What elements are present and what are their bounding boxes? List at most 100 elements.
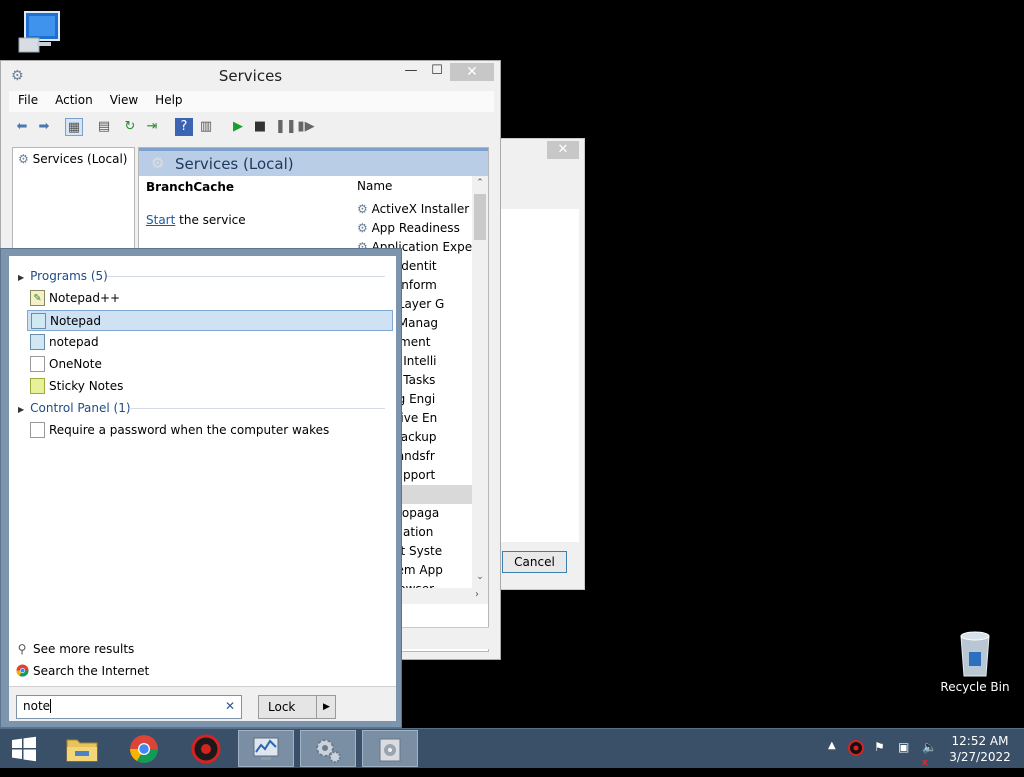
chrome-icon [130, 735, 158, 763]
sticky-notes-icon [30, 378, 45, 394]
recycle-bin-icon [960, 631, 990, 677]
windows-logo-icon [12, 736, 36, 762]
see-more-results-link[interactable]: ⚲ See more results [15, 642, 135, 656]
result-notepad-selected[interactable]: Notepad [27, 310, 393, 331]
gear-icon: ⚙ [151, 154, 165, 172]
restart-service-icon[interactable]: ▮▶ [297, 118, 315, 136]
scroll-right-icon[interactable]: › [475, 589, 479, 600]
column-header-name[interactable]: Name [357, 179, 392, 193]
menubar: File Action View Help [9, 91, 494, 112]
tree-node-services-local[interactable]: ⚙ Services (Local) [18, 152, 127, 166]
forward-icon[interactable]: ➡ [35, 118, 53, 136]
start-button[interactable] [0, 730, 48, 767]
expand-arrow-icon: ▶ [18, 405, 25, 414]
properties-icon[interactable]: ▤ [95, 118, 113, 136]
vertical-scrollbar[interactable]: ⌃ ⌄ [472, 176, 488, 588]
disk-app-taskbar-button[interactable] [362, 730, 418, 767]
dialog-pane [501, 209, 579, 542]
recycle-bin-desktop-icon[interactable]: Recycle Bin [936, 630, 1014, 700]
shield-gear-icon [191, 734, 221, 764]
services-taskbar-button[interactable] [300, 730, 356, 767]
result-require-password[interactable]: Require a password when the computer wak… [27, 420, 393, 441]
dialog-close-button[interactable]: ✕ [547, 141, 579, 159]
text-caret [50, 699, 52, 713]
section-divider [129, 408, 385, 409]
network-icon[interactable]: ▣ [898, 740, 909, 754]
result-onenote[interactable]: OneNote [27, 354, 393, 375]
expand-arrow-icon: ▶ [18, 273, 25, 282]
chrome-taskbar-button[interactable] [116, 730, 172, 767]
menu-view[interactable]: View [101, 91, 146, 107]
power-options-arrow-icon[interactable]: ▶ [316, 696, 336, 718]
show-hide-tree-icon[interactable]: ▦ [65, 118, 83, 136]
chrome-icon [15, 664, 29, 678]
clear-search-icon[interactable]: ✕ [225, 699, 235, 713]
resource-monitor-taskbar-button[interactable] [238, 730, 294, 767]
background-dialog: ✕ Cancel [498, 138, 585, 590]
result-notepad[interactable]: notepad [27, 332, 393, 353]
disk-icon [379, 738, 401, 762]
service-row-label: App Readiness [371, 221, 460, 235]
security-app-taskbar-button[interactable] [178, 730, 234, 767]
selected-service-name: BranchCache [146, 180, 235, 194]
search-results: ▶ Programs (5) ✎ Notepad++ Notepad notepa… [9, 256, 396, 721]
refresh-icon[interactable]: ↻ [121, 118, 139, 136]
scrollbar-thumb[interactable] [474, 194, 486, 240]
content-header: ⚙ Services (Local) [139, 148, 488, 176]
action-center-flag-icon[interactable]: ⚑ [874, 740, 885, 754]
notepadpp-icon: ✎ [30, 290, 45, 306]
maximize-button[interactable]: ☐ [423, 63, 451, 81]
export-icon[interactable]: ⇥ [143, 118, 161, 136]
start-service-icon[interactable]: ▶ [229, 118, 247, 136]
pause-service-icon[interactable]: ❚❚ [275, 118, 297, 136]
clock-date: 3/27/2022 [949, 750, 1011, 764]
computer-desktop-icon[interactable] [12, 8, 66, 56]
search-internet-link[interactable]: Search the Internet [15, 664, 149, 678]
clock-time: 12:52 AM [951, 734, 1009, 748]
programs-section-header[interactable]: ▶ Programs (5) [18, 269, 108, 283]
service-row[interactable]: ⚙ ActiveX Installer (A [355, 200, 472, 219]
menu-file[interactable]: File [9, 91, 46, 107]
toolbar: ⬅ ➡ ▦ ▤ ↻ ⇥ ? ▥ ▶ ■ ❚❚ ▮▶ [9, 114, 494, 140]
scroll-down-icon[interactable]: ⌄ [474, 572, 486, 582]
gear-icon: ⚙ [357, 221, 372, 235]
recycle-bin-label: Recycle Bin [940, 680, 1010, 694]
services-titlebar[interactable]: ⚙ Services — ☐ ✕ [1, 61, 500, 90]
start-service-link[interactable]: Start [146, 213, 175, 227]
notepad-icon [30, 334, 45, 350]
monitor-chart-icon [253, 737, 279, 760]
folder-icon [66, 739, 98, 762]
help-icon[interactable]: ? [175, 118, 193, 136]
gears-icon [316, 739, 341, 763]
scroll-up-icon[interactable]: ⌃ [474, 178, 486, 188]
result-sticky-notes[interactable]: Sticky Notes [27, 376, 393, 397]
search-bottom-bar: note ✕ Lock ▶ [9, 686, 396, 721]
volume-muted-icon[interactable]: 🔈x [922, 740, 937, 768]
start-service-text: Start the service [146, 213, 246, 227]
console-tree: ⚙ Services (Local) [12, 147, 135, 251]
stop-service-icon[interactable]: ■ [251, 118, 269, 136]
taskbar: ▲ ⚑ ▣ 🔈x 12:52 AM 3/27/2022 [0, 728, 1024, 768]
minimize-button[interactable]: — [397, 63, 425, 81]
clock[interactable]: 12:52 AM 3/27/2022 [940, 733, 1020, 765]
computer-icon [18, 11, 60, 53]
back-icon[interactable]: ⬅ [13, 118, 31, 136]
menu-action[interactable]: Action [46, 91, 101, 107]
notepad-icon [31, 313, 46, 329]
file-explorer-taskbar-button[interactable] [54, 730, 110, 767]
control-panel-section-header[interactable]: ▶ Control Panel (1) [18, 401, 131, 415]
menu-help[interactable]: Help [146, 91, 190, 107]
section-divider [107, 276, 385, 277]
power-button[interactable]: Lock ▶ [258, 695, 336, 719]
search-input[interactable]: note ✕ [16, 695, 242, 719]
start-search-pane: ▶ Programs (5) ✎ Notepad++ Notepad notepa… [0, 248, 402, 728]
service-row[interactable]: ⚙ App Readiness [355, 219, 472, 238]
show-hidden-icons-icon[interactable]: ▲ [828, 740, 836, 751]
document-icon [30, 422, 45, 438]
gear-icon: ⚙ [18, 152, 29, 166]
security-tray-icon[interactable] [848, 740, 864, 759]
console-icon[interactable]: ▥ [197, 118, 215, 136]
result-notepadpp[interactable]: ✎ Notepad++ [27, 288, 393, 309]
dialog-cancel-button[interactable]: Cancel [502, 551, 567, 573]
close-button[interactable]: ✕ [450, 63, 494, 81]
